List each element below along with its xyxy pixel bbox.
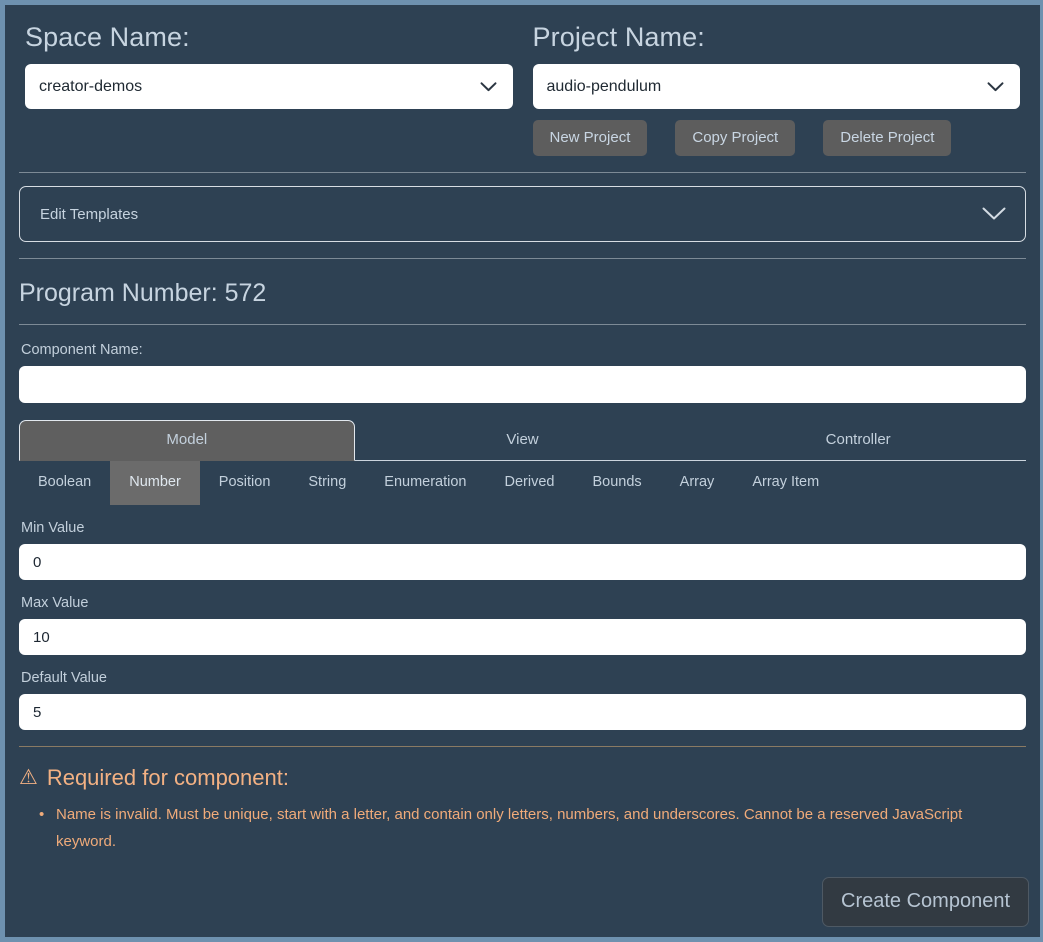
warning-list: Name is invalid. Must be unique, start w…	[39, 801, 1026, 855]
edit-templates-accordion[interactable]: Edit Templates	[19, 186, 1026, 242]
subtab-array-item[interactable]: Array Item	[733, 461, 838, 505]
space-name-group: Space Name: creator-demos	[25, 19, 513, 156]
min-value-field: Min Value	[5, 519, 1040, 580]
default-value-field: Default Value	[5, 669, 1040, 730]
component-name-label: Component Name:	[21, 342, 143, 358]
component-name-section: Component Name:	[5, 341, 1040, 403]
space-name-select[interactable]: creator-demos	[25, 64, 513, 109]
create-component-button[interactable]: Create Component	[822, 877, 1029, 927]
warning-list-item: Name is invalid. Must be unique, start w…	[39, 801, 1026, 855]
project-name-select-wrap: audio-pendulum	[532, 64, 1020, 109]
tab-controller[interactable]: Controller	[690, 420, 1026, 460]
subtab-number[interactable]: Number	[110, 461, 200, 505]
project-name-select[interactable]: audio-pendulum	[532, 64, 1020, 109]
subtab-position[interactable]: Position	[200, 461, 290, 505]
min-value-input[interactable]	[19, 544, 1026, 580]
sub-tabs: Boolean Number Position String Enumerati…	[19, 461, 1026, 505]
warning-title-text: Required for component:	[46, 765, 289, 790]
space-name-select-wrap: creator-demos	[25, 64, 513, 109]
delete-project-button[interactable]: Delete Project	[823, 120, 952, 156]
app-root: Space Name: creator-demos Project Name: …	[0, 0, 1043, 942]
max-value-label: Max Value	[21, 595, 89, 611]
edit-templates-label: Edit Templates	[40, 205, 139, 223]
warning-triangle-icon: ⚠	[19, 766, 38, 789]
required-warning-block: ⚠ Required for component: Name is invali…	[5, 763, 1040, 855]
default-value-input[interactable]	[19, 694, 1026, 730]
divider-above-program-number	[19, 258, 1026, 259]
divider-above-warning	[19, 746, 1026, 747]
tab-view[interactable]: View	[355, 420, 691, 460]
divider-below-program-number	[19, 324, 1026, 325]
project-actions: New Project Copy Project Delete Project	[532, 120, 1021, 156]
program-number-title: Program Number: 572	[19, 279, 267, 307]
divider-above-templates	[19, 172, 1026, 173]
subtab-bounds[interactable]: Bounds	[573, 461, 660, 505]
subtab-array[interactable]: Array	[661, 461, 734, 505]
min-value-label: Min Value	[21, 520, 85, 536]
space-name-label: Space Name:	[25, 22, 190, 52]
project-name-label: Project Name:	[532, 22, 705, 52]
warning-title-row: ⚠ Required for component:	[19, 763, 1026, 793]
default-value-label: Default Value	[21, 670, 107, 686]
new-project-button[interactable]: New Project	[532, 120, 648, 156]
subtab-enumeration[interactable]: Enumeration	[365, 461, 485, 505]
chevron-down-icon	[981, 206, 1007, 222]
copy-project-button[interactable]: Copy Project	[675, 120, 796, 156]
project-name-group: Project Name: audio-pendulum New Project…	[532, 19, 1021, 156]
subtab-boolean[interactable]: Boolean	[19, 461, 110, 505]
tab-model[interactable]: Model	[19, 420, 355, 461]
max-value-field: Max Value	[5, 594, 1040, 655]
max-value-input[interactable]	[19, 619, 1026, 655]
subtab-derived[interactable]: Derived	[486, 461, 574, 505]
component-name-input[interactable]	[19, 366, 1026, 403]
subtab-string[interactable]: String	[289, 461, 365, 505]
main-tabs: Model View Controller	[19, 420, 1026, 461]
header: Space Name: creator-demos Project Name: …	[5, 5, 1040, 156]
